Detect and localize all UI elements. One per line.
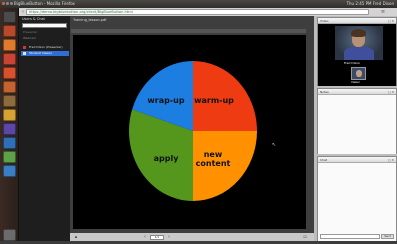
- video-area: Fred Dixon Viewer: [318, 24, 396, 86]
- browser-toolbar: ‹ https://demo.bigbluebutton.org/client/…: [0, 8, 397, 16]
- previous-slide-icon[interactable]: ‹: [142, 234, 148, 240]
- video-panel-title: Video: [320, 19, 329, 23]
- chat-panel: Chat □ ✕ Send: [317, 156, 397, 241]
- settings-icon[interactable]: [3, 137, 16, 149]
- users-subtitle: Presenter: [23, 30, 38, 34]
- search-input[interactable]: [22, 23, 67, 28]
- pie-label-warmup: warm-up: [194, 96, 234, 105]
- panel-controls-icon[interactable]: □ ✕: [388, 89, 394, 95]
- notes-panel-header: Notes □ ✕: [318, 89, 396, 95]
- upload-icon[interactable]: ▴: [73, 234, 79, 240]
- user-status-icon: [23, 46, 26, 49]
- maximize-window-icon[interactable]: [10, 2, 13, 5]
- list-item[interactable]: Fred Dixon (Presenter): [21, 45, 69, 50]
- browser-icon[interactable]: [3, 39, 16, 51]
- webcam-viewer[interactable]: [351, 67, 366, 80]
- chat-body: Send: [318, 163, 396, 241]
- video-panel: Video □ ✕ Fred Dixon Viewer: [317, 17, 397, 86]
- top-panel: BigBlueButton - Mozilla Firefox Thu 2:45…: [0, 0, 397, 8]
- webcam-subtitle: Webcam: [23, 36, 36, 40]
- presentation-title: Training_lesson.pdf: [73, 18, 107, 22]
- chat-panel-title: Chat: [320, 158, 328, 162]
- trash-icon[interactable]: [3, 229, 16, 241]
- users-panel-header: Users & Chat: [22, 17, 45, 21]
- writer-icon[interactable]: [3, 81, 16, 93]
- pie-label-apply: apply: [153, 154, 179, 163]
- send-button[interactable]: Send: [381, 234, 394, 239]
- viewer-face: [356, 70, 362, 77]
- app-icon[interactable]: [3, 123, 16, 135]
- fit-page-icon[interactable]: ▫: [302, 234, 308, 240]
- close-window-icon[interactable]: [2, 2, 5, 5]
- right-column: Video □ ✕ Fred Dixon Viewer Notes □ ✕ Ch…: [314, 16, 397, 244]
- pie-label-new: new: [203, 150, 223, 159]
- window-controls[interactable]: [2, 2, 13, 5]
- person-hair: [351, 29, 366, 37]
- pie-chart: [129, 61, 257, 201]
- pie-label-new-content: new content: [190, 150, 236, 168]
- url-field[interactable]: https://demo.bigbluebutton.org/client/Bi…: [26, 9, 369, 15]
- users-panel: Users & Chat Presenter Webcam Fred Dixon…: [19, 16, 70, 244]
- software-center-icon[interactable]: [3, 53, 16, 65]
- page-indicator[interactable]: 1/1: [150, 235, 164, 240]
- slide[interactable]: wrap-up warm-up new content apply: [73, 35, 306, 229]
- person-shirt: [344, 47, 374, 60]
- launcher: [0, 8, 19, 244]
- notes-body[interactable]: [318, 95, 396, 154]
- panel-status[interactable]: Thu 2:45 PM Fred Dixon: [347, 0, 394, 8]
- list-item-label: Fred Dixon (Presenter): [29, 45, 63, 49]
- list-item-label: Student Viewer: [29, 51, 52, 55]
- calc-icon[interactable]: [3, 95, 16, 107]
- webcam-presenter[interactable]: [335, 26, 383, 60]
- files-icon[interactable]: [3, 25, 16, 37]
- notes-panel: Notes □ ✕: [317, 88, 397, 154]
- dash-icon[interactable]: [3, 11, 16, 23]
- next-slide-icon[interactable]: ›: [166, 234, 172, 240]
- small-camera-name: Viewer: [351, 81, 360, 84]
- notes-panel-title: Notes: [320, 90, 329, 94]
- slide-toolbar: [71, 29, 306, 33]
- user-status-icon: [23, 52, 26, 55]
- camera-name: Fred Dixon: [344, 61, 360, 65]
- pie-label-wrapup: wrap-up: [147, 96, 185, 105]
- chat-message-input[interactable]: [320, 234, 380, 239]
- pie-label-content: content: [195, 159, 231, 168]
- impress-icon[interactable]: [3, 109, 16, 121]
- menu-icon[interactable]: ≡: [380, 9, 386, 15]
- list-item[interactable]: Student Viewer: [21, 51, 69, 56]
- workspace-icon[interactable]: [3, 151, 16, 163]
- minimize-window-icon[interactable]: [6, 2, 9, 5]
- ubuntu-one-icon[interactable]: [3, 67, 16, 79]
- terminal-icon[interactable]: [3, 165, 16, 177]
- window-title: BigBlueButton - Mozilla Firefox: [14, 1, 75, 6]
- mouse-cursor-icon: ↖: [272, 142, 277, 148]
